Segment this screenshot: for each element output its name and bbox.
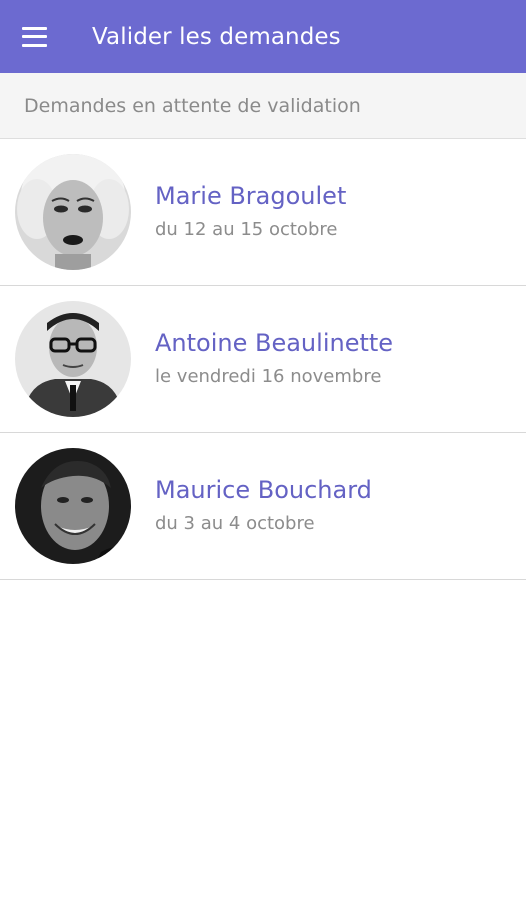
avatar [15, 154, 131, 270]
request-name: Marie Bragoulet [155, 182, 347, 210]
request-text: Maurice Bouchard du 3 au 4 octobre [155, 475, 372, 537]
request-dates: du 3 au 4 octobre [155, 513, 315, 534]
section-header: Demandes en attente de validation [0, 73, 526, 139]
app-bar: Valider les demandes [0, 0, 526, 73]
app-root: Valider les demandes Demandes en attente… [0, 0, 526, 900]
list-item[interactable]: Marie Bragoulet du 12 au 15 octobre [0, 139, 526, 286]
request-name: Maurice Bouchard [155, 476, 372, 504]
request-dates: du 12 au 15 octobre [155, 219, 338, 240]
avatar [15, 301, 131, 417]
request-dates: le vendredi 16 novembre [155, 366, 382, 387]
page-title: Valider les demandes [92, 23, 341, 50]
hamburger-menu-icon[interactable] [22, 26, 48, 47]
request-text: Marie Bragoulet du 12 au 15 octobre [155, 181, 346, 243]
list-item[interactable]: Maurice Bouchard du 3 au 4 octobre [0, 433, 526, 580]
request-text: Antoine Beaulinette le vendredi 16 novem… [155, 328, 393, 390]
avatar [15, 448, 131, 564]
request-list: Marie Bragoulet du 12 au 15 octobre Anto… [0, 139, 526, 580]
request-name: Antoine Beaulinette [155, 329, 394, 357]
section-header-label: Demandes en attente de validation [24, 94, 361, 117]
list-item[interactable]: Antoine Beaulinette le vendredi 16 novem… [0, 286, 526, 433]
